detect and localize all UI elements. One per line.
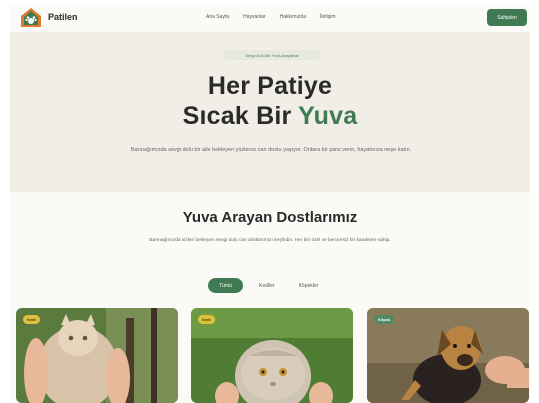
pet-card-1[interactable]: Kedi	[16, 308, 178, 403]
hero-title-prefix: Sıcak Bir	[182, 102, 299, 130]
hero-title-line2: Sıcak Bir Yuva	[10, 102, 530, 131]
pet-photo-2	[191, 308, 353, 403]
nav-link-animals[interactable]: Hayvanlar	[243, 14, 266, 20]
filter-tabs: Tümü Kediler Köpekler	[208, 278, 326, 293]
pet-type-badge-3: Köpek	[374, 315, 395, 324]
adopt-button[interactable]: Sahiplen	[487, 9, 527, 26]
section-title: Yuva Arayan Dostlarımız	[182, 209, 358, 226]
hero-description: Barınağımızda sevgi dolu bir aile bekley…	[130, 147, 412, 153]
page: Patilen Ana Sayfa Hayvanlar Hakkımızda İ…	[10, 4, 530, 403]
nav-link-contact[interactable]: İletişim	[320, 14, 336, 20]
top-nav: Patilen Ana Sayfa Hayvanlar Hakkımızda İ…	[10, 4, 530, 32]
pet-card-3[interactable]: Köpek	[367, 308, 529, 403]
pet-type-badge-1: Kedi	[23, 315, 40, 324]
filter-all[interactable]: Tümü	[208, 278, 243, 293]
filter-cats[interactable]: Kediler	[251, 278, 283, 293]
nav-link-home[interactable]: Ana Sayfa	[206, 14, 229, 20]
pet-photo-1	[16, 308, 178, 403]
hero-section: Sevgi Dolu Bir Yuva Arayanlar Her Patiye…	[10, 32, 530, 192]
pet-type-badge-2: Kedi	[198, 315, 215, 324]
hero-badge: Sevgi Dolu Bir Yuva Arayanlar	[224, 50, 320, 60]
section-description: Barınağımızda sizleri bekleyen sevgi dol…	[149, 238, 391, 243]
pet-card-2[interactable]: Kedi	[191, 308, 353, 403]
filter-dogs[interactable]: Köpekler	[291, 278, 327, 293]
hero-title-line1: Her Patiye	[207, 72, 333, 100]
paw-logo-icon[interactable]	[20, 7, 42, 29]
nav-links: Ana Sayfa Hayvanlar Hakkımızda İletişim	[206, 14, 336, 20]
nav-link-about[interactable]: Hakkımızda	[280, 14, 306, 20]
brand-name[interactable]: Patilen	[48, 12, 78, 22]
hero-title-accent: Yuva	[298, 102, 358, 130]
